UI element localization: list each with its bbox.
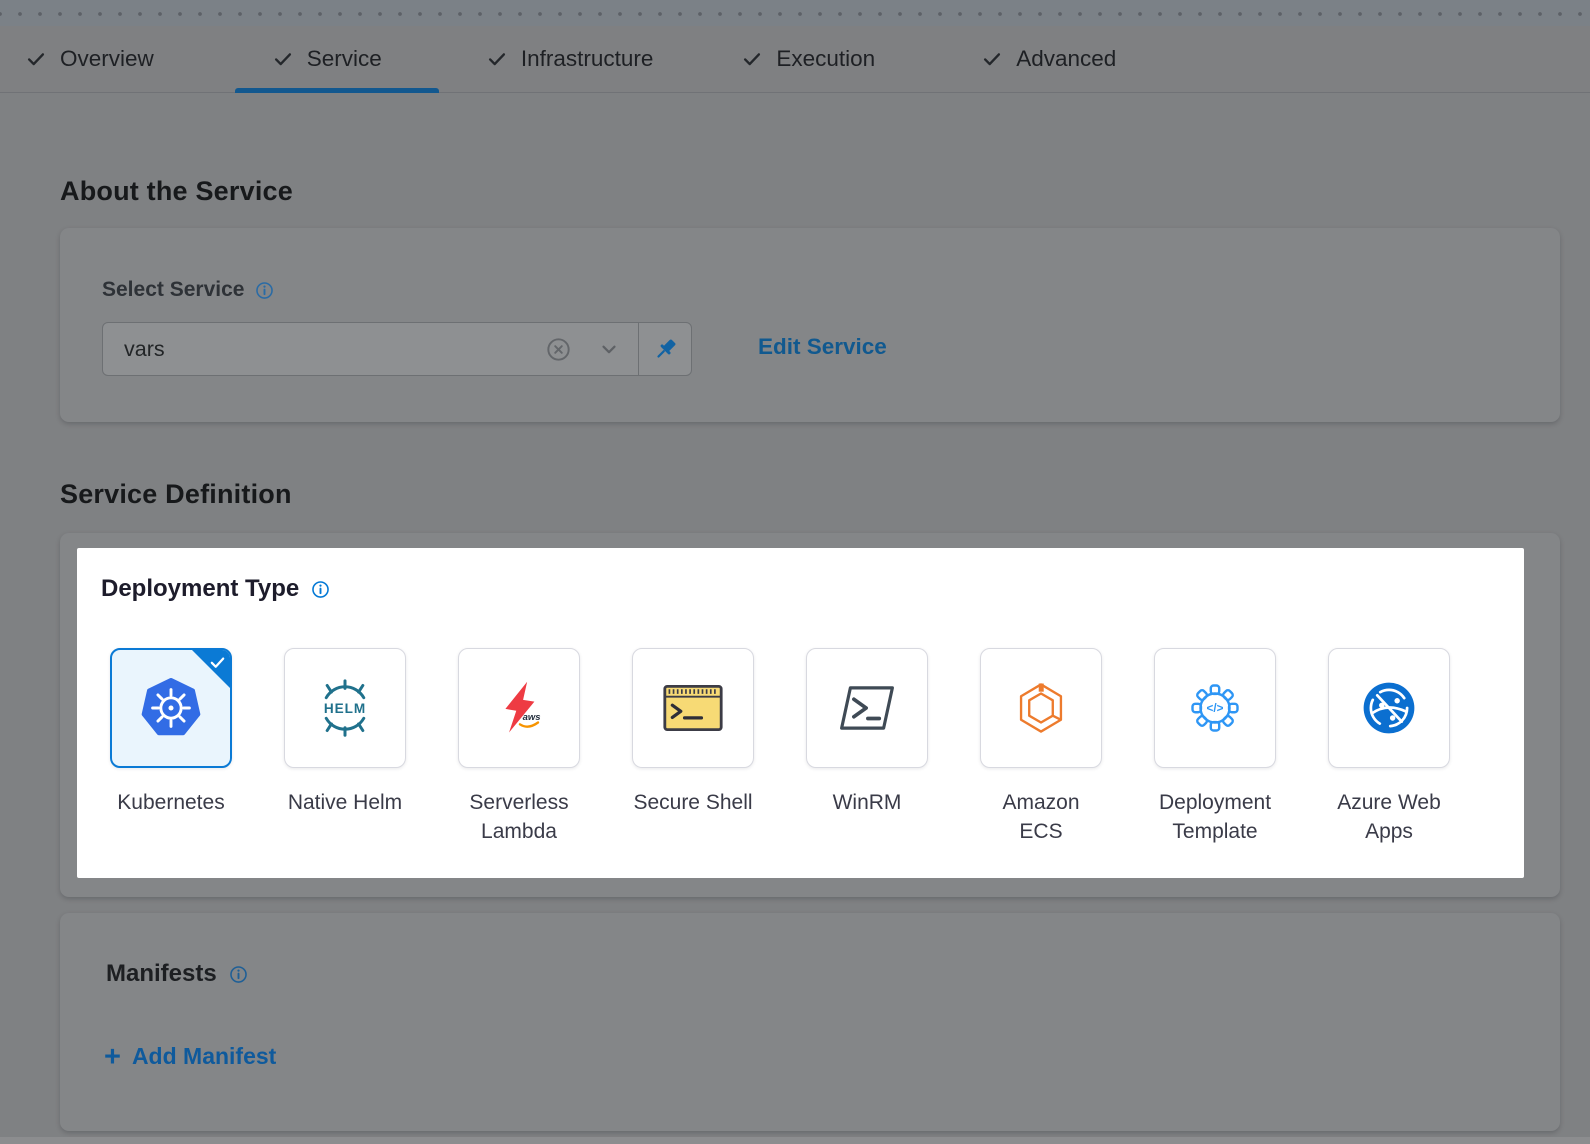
about-service-card: Select Service vars Edit Service [60,228,1560,422]
tab-label: Advanced [1016,46,1116,72]
service-select-input[interactable]: vars [103,323,638,375]
clear-icon[interactable] [543,334,574,365]
deployment-type-tile-native-helm[interactable]: HELM [284,648,406,768]
deployment-type-col-secure-shell: Secure Shell [606,648,780,846]
check-icon [209,654,226,671]
secure-shell-icon [662,680,724,736]
tab-label: Infrastructure [521,46,654,72]
manifests-label: Manifests [106,960,217,988]
deployment-type-col-kubernetes: Kubernetes [84,648,258,846]
helm-icon: HELM [315,678,375,738]
deployment-type-tile-secure-shell[interactable] [632,648,754,768]
chevron-down-icon[interactable] [598,338,620,360]
check-icon [25,48,47,70]
about-service-heading: About the Service [60,176,293,207]
deployment-type-label: Azure Web Apps [1337,788,1441,846]
deployment-type-heading-row: Deployment Type [101,575,331,603]
deployment-type-label: WinRM [833,788,902,817]
tab-label: Overview [60,46,154,72]
deployment-type-label: Amazon ECS [1002,788,1079,846]
winrm-icon [839,683,895,733]
deployment-type-label: Serverless Lambda [469,788,568,846]
stage-tabbar: Overview Service Infrastructure Execution Ad… [0,26,1590,93]
info-icon[interactable] [310,579,331,600]
deployment-type-col-native-helm: HELM Native Helm [258,648,432,846]
edit-service-link[interactable]: Edit Service [758,334,887,360]
deployment-type-tile-azure-web-apps[interactable] [1328,648,1450,768]
deployment-type-col-deployment-template: </> Deployment Template [1128,648,1302,846]
deployment-template-icon: </> [1185,678,1245,738]
service-definition-card: Deployment Type Kubernetes HELM Native Hel… [60,533,1560,897]
add-manifest-label: Add Manifest [132,1043,276,1070]
check-icon [272,48,294,70]
check-icon [741,48,763,70]
pin-service-button[interactable] [638,323,691,375]
deployment-type-tile-deployment-template[interactable]: </> [1154,648,1276,768]
deployment-type-label: Kubernetes [117,788,224,817]
plus-icon: + [104,1046,121,1068]
deployment-type-col-winrm: WinRM [780,648,954,846]
next-section-edge [0,1137,1590,1144]
deployment-type-tiles: Kubernetes HELM Native Helm aws Serverless L… [84,648,1476,846]
check-icon [486,48,508,70]
check-icon [981,48,1003,70]
info-icon[interactable] [254,280,275,301]
manifests-heading-row: Manifests [106,960,249,988]
deployment-type-spotlight: Deployment Type Kubernetes HELM Native Hel… [77,548,1524,878]
svg-text:</>: </> [1207,702,1224,715]
deployment-type-label: Native Helm [288,788,402,817]
tab-advanced[interactable]: Advanced [981,26,1116,92]
amazon-ecs-icon [1012,679,1070,737]
tab-label: Service [307,46,382,72]
deployment-type-col-serverless-lambda: aws Serverless Lambda [432,648,606,846]
deployment-type-col-azure-web-apps: Azure Web Apps [1302,648,1476,846]
deployment-type-col-amazon-ecs: Amazon ECS [954,648,1128,846]
select-service-label-row: Select Service [102,278,275,302]
azure-web-apps-icon [1360,679,1418,737]
deployment-type-tile-kubernetes[interactable] [110,648,232,768]
deployment-type-tile-amazon-ecs[interactable] [980,648,1102,768]
deployment-type-tile-winrm[interactable] [806,648,928,768]
manifests-card: Manifests + Add Manifest [60,913,1560,1131]
tab-service[interactable]: Service [272,26,382,92]
deployment-type-label: Deployment Template [1159,788,1271,846]
svg-text:aws: aws [523,712,541,723]
deployment-type-label: Deployment Type [101,575,299,603]
deployment-type-tile-serverless-lambda[interactable]: aws [458,648,580,768]
pipeline-canvas-strip [0,0,1590,26]
info-icon[interactable] [228,964,249,985]
serverless-lambda-icon: aws [490,679,548,737]
service-select-field[interactable]: vars [102,322,692,376]
service-select-value: vars [124,337,519,362]
tab-label: Execution [776,46,875,72]
tab-execution[interactable]: Execution [741,26,875,92]
tab-infrastructure[interactable]: Infrastructure [486,26,654,92]
service-definition-heading: Service Definition [60,479,292,510]
add-manifest-button[interactable]: + Add Manifest [104,1043,276,1070]
select-service-label: Select Service [102,278,244,302]
svg-text:HELM: HELM [324,701,366,716]
tab-overview[interactable]: Overview [25,26,154,92]
deployment-type-label: Secure Shell [633,788,752,817]
